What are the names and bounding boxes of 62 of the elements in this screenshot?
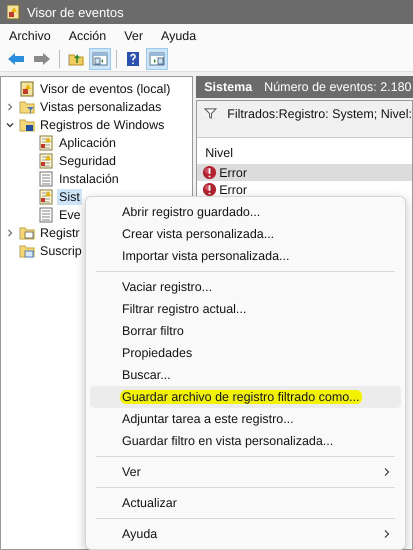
action-pane-button[interactable] — [146, 48, 168, 70]
folder-icon — [19, 225, 35, 241]
tree-item[interactable]: Instalación — [57, 171, 121, 187]
submenu-chevron-icon — [383, 529, 391, 539]
tree-item[interactable]: Aplicación — [57, 135, 118, 151]
expand-chevron-icon[interactable] — [5, 102, 15, 112]
filter-folder-icon — [19, 99, 35, 115]
event-count: Número de eventos: 2.180 — [264, 80, 412, 94]
log-list-icon — [38, 171, 54, 187]
menu-item[interactable]: Crear vista personalizada... — [90, 223, 401, 245]
menu-item[interactable]: Filtrar registro actual... — [90, 298, 401, 320]
tree-item[interactable]: Vistas personalizadas — [38, 99, 164, 115]
level-text: Error — [219, 182, 247, 196]
level-text: Error — [219, 166, 247, 180]
tree-item[interactable]: Registros de Windows — [38, 117, 166, 133]
menu-item[interactable]: Acción — [68, 28, 106, 42]
menu-item[interactable]: Guardar filtro en vista personalizada... — [90, 430, 401, 452]
folder-up-icon — [68, 51, 84, 67]
menu-item[interactable]: Buscar... — [90, 364, 401, 386]
collapse-chevron-icon[interactable] — [5, 120, 15, 130]
error-icon — [202, 165, 218, 180]
menu-item[interactable]: Ver — [90, 461, 401, 483]
filter-icon — [204, 107, 218, 120]
menu-item[interactable]: Adjuntar tarea a este registro... — [90, 408, 401, 430]
event-viewer-icon — [19, 81, 35, 97]
tree-pane-button[interactable] — [89, 48, 111, 70]
menu-item[interactable]: Borrar filtro — [90, 320, 401, 342]
subscriptions-folder-icon — [19, 243, 35, 259]
menu-item[interactable]: Actualizar — [90, 492, 401, 514]
menu-item[interactable]: Propiedades — [90, 342, 401, 364]
log-icon — [38, 135, 54, 151]
back-arrow-icon — [7, 52, 25, 66]
log-icon — [38, 153, 54, 169]
help-icon — [125, 51, 141, 67]
tree-item[interactable]: Sist — [57, 189, 82, 205]
logs-folder-icon — [19, 117, 35, 133]
window-title: Visor de eventos — [27, 4, 124, 20]
column-header[interactable]: Nivel — [197, 142, 412, 164]
pane-icon — [149, 51, 165, 67]
expand-chevron-icon[interactable] — [5, 228, 15, 238]
menu-item[interactable]: Ayuda — [160, 28, 196, 42]
menu-item[interactable]: Archivo — [9, 28, 51, 42]
log-list-icon — [38, 207, 54, 223]
tree-item[interactable]: Seguridad — [57, 153, 118, 169]
menu-item[interactable]: Importar vista personalizada... — [90, 245, 401, 267]
forward-arrow-icon — [33, 52, 51, 66]
log-title: Sistema — [204, 80, 252, 94]
menu-item[interactable]: Abrir registro guardado... — [90, 201, 401, 223]
menu-item[interactable]: Vaciar registro... — [90, 276, 401, 298]
tree-item[interactable]: Registr — [38, 225, 82, 241]
filter-description: Filtrados:Registro: System; Nivel: — [227, 107, 412, 121]
tree-item[interactable]: Visor de eventos (local) — [38, 81, 172, 97]
menu-item[interactable]: Ayuda — [90, 523, 401, 545]
menu-item[interactable]: Guardar archivo de registro filtrado como... — [90, 386, 401, 408]
menu-item[interactable]: Ver — [124, 28, 143, 42]
log-icon — [38, 189, 54, 205]
submenu-chevron-icon — [383, 467, 391, 477]
tree-item[interactable]: Eve — [57, 207, 83, 223]
event-row[interactable]: Error — [197, 164, 412, 181]
pane-icon — [92, 51, 108, 67]
tree-item[interactable]: Suscrip — [38, 243, 84, 259]
event-viewer-icon — [5, 4, 21, 20]
